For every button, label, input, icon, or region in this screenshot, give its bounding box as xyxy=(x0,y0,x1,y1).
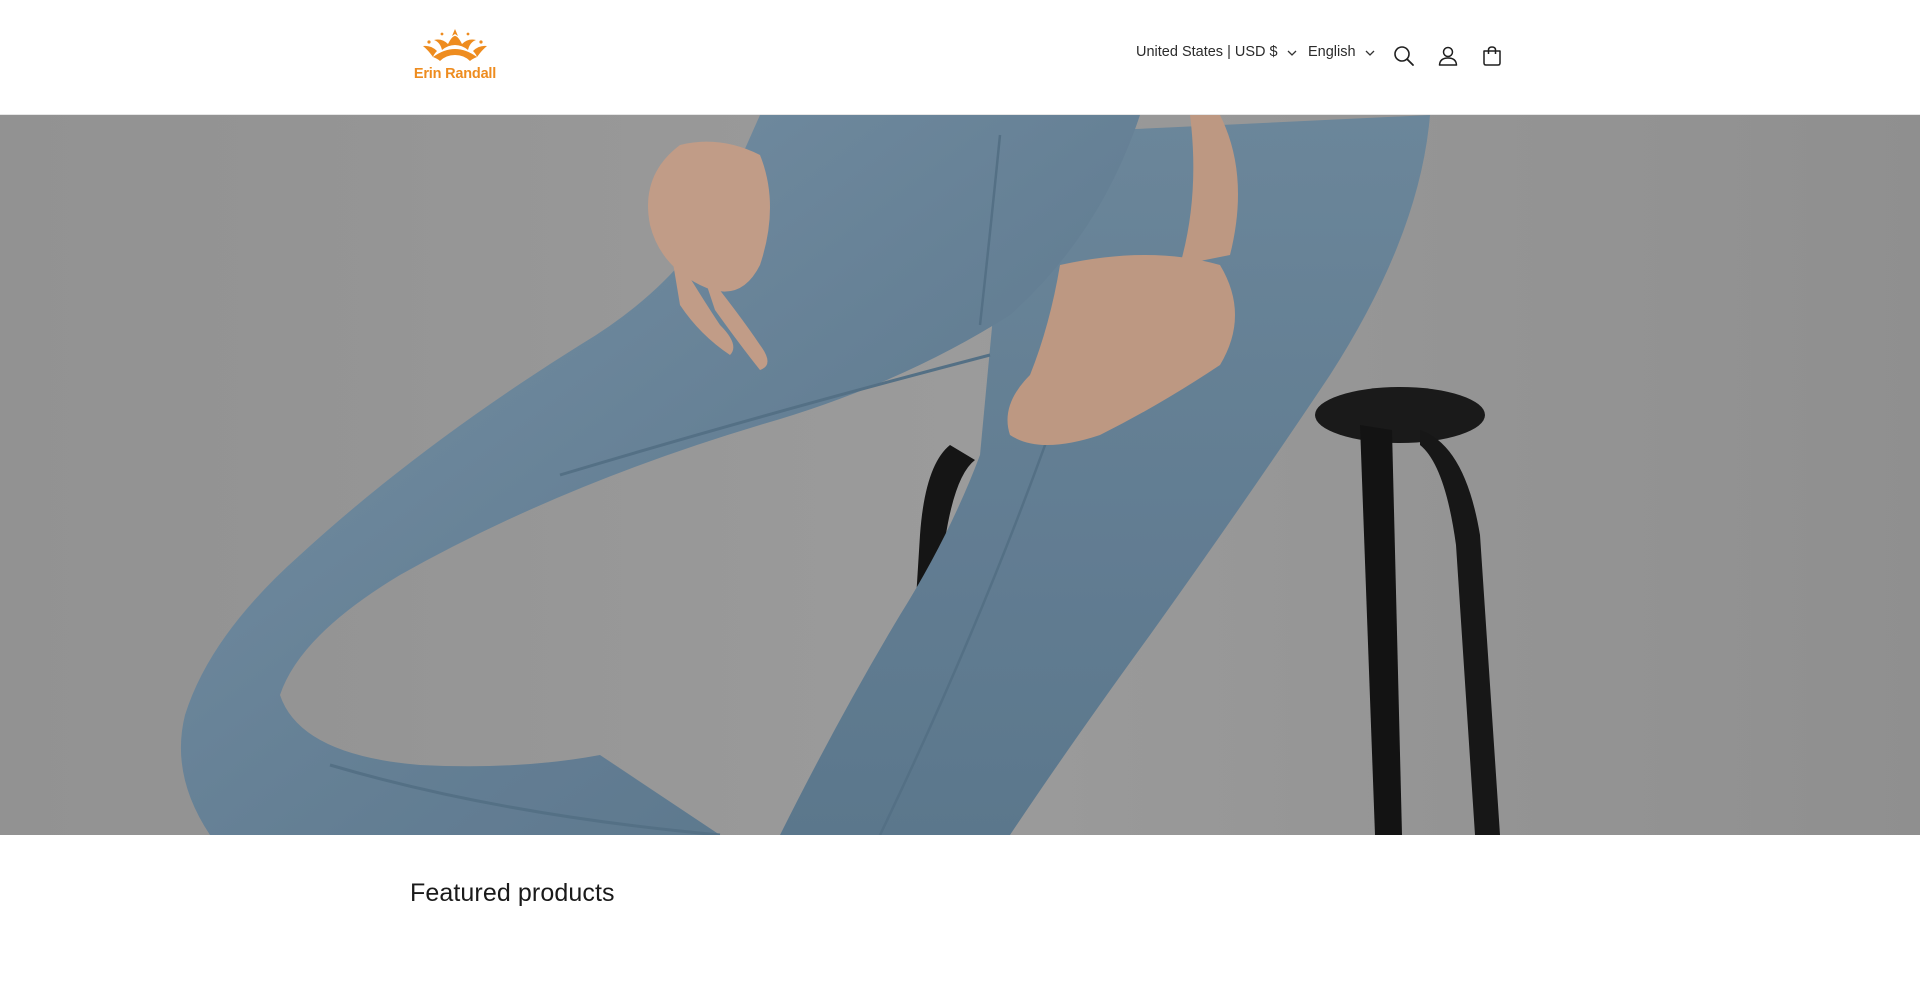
chevron-down-icon xyxy=(1365,44,1375,60)
site-header: Erin Randall United States | USD $ Engli… xyxy=(0,0,1920,115)
account-icon[interactable] xyxy=(1434,42,1462,70)
hero-banner[interactable] xyxy=(0,115,1920,835)
chevron-down-icon xyxy=(1287,44,1297,60)
logo-text: Erin Randall xyxy=(413,66,497,82)
featured-products-heading: Featured products xyxy=(410,879,615,907)
country-selector-label: United States | USD $ xyxy=(1136,44,1278,60)
search-icon[interactable] xyxy=(1390,42,1418,70)
cart-icon[interactable] xyxy=(1478,42,1506,70)
language-selector[interactable]: English xyxy=(1308,44,1375,60)
crown-logo-icon xyxy=(423,29,487,61)
country-selector[interactable]: United States | USD $ xyxy=(1136,44,1297,60)
hero-overlay xyxy=(0,115,1920,835)
store-logo[interactable]: Erin Randall xyxy=(410,28,500,86)
language-selector-label: English xyxy=(1308,44,1356,60)
